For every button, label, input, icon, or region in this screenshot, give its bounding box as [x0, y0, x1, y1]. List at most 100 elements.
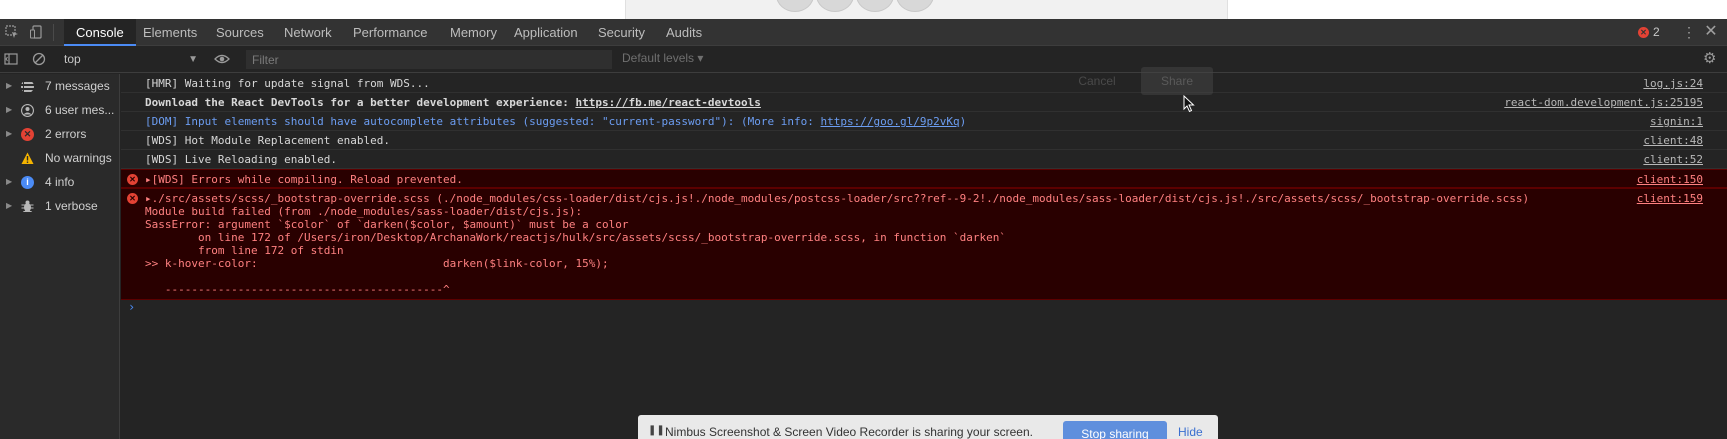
- page-modal: [625, 0, 1228, 19]
- message-text: [WDS] Live Reloading enabled.: [145, 153, 338, 166]
- context-selector[interactable]: top ▼: [64, 50, 198, 69]
- console-message: [WDS] Live Reloading enabled. client:52: [121, 150, 1727, 169]
- sidebar-item-info[interactable]: ▶ i 4 info: [0, 170, 120, 194]
- avatar: [816, 0, 854, 12]
- tab-sources[interactable]: Sources: [204, 19, 276, 46]
- console-sidebar: ▶ 7 messages ▶ 6 user mes... ▶ ✕ 2 error…: [0, 74, 120, 439]
- console-message: [HMR] Waiting for update signal from WDS…: [121, 74, 1727, 93]
- more-options-icon[interactable]: ⋮: [1682, 24, 1696, 40]
- error-line: SassError: argument `$color` of `darken(…: [145, 218, 629, 231]
- source-link[interactable]: client:150: [1637, 173, 1703, 186]
- message-link[interactable]: https://fb.me/react-devtools: [575, 96, 760, 109]
- message-text: [DOM] Input elements should have autocom…: [145, 115, 821, 128]
- close-icon[interactable]: ✕: [1703, 23, 1719, 41]
- sidebar-item-label: 7 messages: [45, 79, 110, 93]
- console-message: Download the React DevTools for a better…: [121, 93, 1727, 112]
- page-cancel-button: Cancel: [1078, 74, 1116, 88]
- source-link[interactable]: client:48: [1643, 131, 1703, 150]
- error-icon: ✕: [127, 174, 138, 185]
- devtools-window: { "tabs": [ {"label": "Console"}, {"labe…: [0, 0, 1727, 439]
- error-line: from line 172 of stdin: [145, 244, 344, 257]
- error-line: ▸./src/assets/scss/_bootstrap-override.s…: [145, 192, 1530, 205]
- source-link[interactable]: signin:1: [1650, 112, 1703, 131]
- live-expression-eye-icon[interactable]: [214, 52, 230, 66]
- tab-audits[interactable]: Audits: [654, 19, 714, 46]
- error-icon: ✕: [127, 193, 138, 204]
- expand-triangle-icon: ▶: [6, 81, 13, 90]
- page-share-button: Share: [1141, 67, 1213, 95]
- device-toolbar-icon[interactable]: [30, 25, 44, 39]
- message-text: Download the React DevTools for a better…: [145, 96, 576, 109]
- hide-link[interactable]: Hide: [1178, 425, 1203, 439]
- error-line: Module build failed (from ./node_modules…: [145, 205, 583, 218]
- sidebar-item-warnings[interactable]: No warnings: [0, 146, 120, 170]
- mouse-cursor-icon: [1183, 95, 1195, 113]
- error-line: on line 172 of /Users/iron/Desktop/Archa…: [145, 231, 1006, 244]
- avatar: [776, 0, 814, 12]
- share-notice-text: Nimbus Screenshot & Screen Video Recorde…: [665, 425, 1033, 439]
- error-line: ----------------------------------------…: [145, 283, 450, 296]
- sidebar-toggle-icon[interactable]: [4, 52, 18, 66]
- info-icon: i: [21, 176, 34, 189]
- error-icon: ✕: [21, 128, 34, 141]
- console-message: [WDS] Hot Module Replacement enabled. cl…: [121, 131, 1727, 150]
- screen-share-bar: ❚❚ Nimbus Screenshot & Screen Video Reco…: [638, 415, 1218, 439]
- error-text: ▸[WDS] Errors while compiling. Reload pr…: [145, 173, 463, 186]
- clear-console-icon[interactable]: [32, 52, 46, 66]
- chevron-down-icon: ▼: [188, 54, 198, 65]
- pause-icon: ❚❚: [648, 425, 665, 436]
- page-background: [0, 0, 1727, 19]
- avatar: [896, 0, 934, 12]
- console-message: [DOM] Input elements should have autocom…: [121, 112, 1727, 131]
- console-prompt[interactable]: ›: [128, 300, 135, 314]
- tab-application[interactable]: Application: [502, 19, 590, 46]
- console-error-message[interactable]: ✕ ▸[WDS] Errors while compiling. Reload …: [121, 169, 1727, 188]
- devtools-tabbar: Console Elements Sources Network Perform…: [0, 19, 1727, 46]
- message-text: [WDS] Hot Module Replacement enabled.: [145, 134, 391, 147]
- sidebar-item-label: 1 verbose: [45, 199, 98, 213]
- tab-performance[interactable]: Performance: [341, 19, 439, 46]
- sidebar-item-messages[interactable]: ▶ 7 messages: [0, 74, 120, 98]
- sidebar-item-verbose[interactable]: ▶ 1 verbose: [0, 194, 120, 218]
- error-line: >> k-hover-color: darken($link-color, 15…: [145, 257, 609, 270]
- list-icon: [21, 82, 34, 92]
- sidebar-item-label: 4 info: [45, 175, 75, 189]
- tab-network[interactable]: Network: [272, 19, 344, 46]
- error-count-badge[interactable]: ✕ 2: [1638, 24, 1660, 40]
- tab-console[interactable]: Console: [64, 19, 136, 46]
- avatar: [856, 0, 894, 12]
- sidebar-item-label: No warnings: [45, 151, 112, 165]
- console-error-message[interactable]: ✕ ▸./src/assets/scss/_bootstrap-override…: [121, 188, 1727, 300]
- sidebar-item-errors[interactable]: ▶ ✕ 2 errors: [0, 122, 120, 146]
- console-messages: [HMR] Waiting for update signal from WDS…: [121, 74, 1727, 439]
- expand-triangle-icon: ▶: [6, 129, 13, 138]
- error-icon: ✕: [1638, 26, 1649, 38]
- context-value: top: [64, 52, 81, 66]
- expand-triangle-icon: ▶: [6, 105, 13, 114]
- gear-icon[interactable]: ⚙: [1703, 51, 1719, 67]
- log-levels-dropdown[interactable]: Default levels ▾: [622, 51, 703, 65]
- expand-triangle-icon: ▶: [6, 201, 13, 210]
- expand-triangle-icon: ▶: [6, 177, 13, 186]
- tab-security[interactable]: Security: [586, 19, 657, 46]
- sidebar-item-label: 6 user mes...: [45, 103, 115, 117]
- console-filter-bar: top ▼ Default levels ▾ ⚙: [0, 46, 1727, 73]
- message-text: [HMR] Waiting for update signal from WDS…: [145, 77, 430, 90]
- sidebar-item-label: 2 errors: [45, 127, 87, 141]
- toolbar-divider: [53, 24, 54, 41]
- filter-input[interactable]: [246, 50, 612, 69]
- source-link[interactable]: react-dom.development.js:25195: [1504, 93, 1703, 112]
- tab-elements[interactable]: Elements: [131, 19, 209, 46]
- source-link[interactable]: client:159: [1637, 192, 1703, 205]
- message-text: ): [959, 115, 967, 128]
- source-link[interactable]: client:52: [1643, 150, 1703, 169]
- inspect-element-icon[interactable]: [5, 25, 19, 39]
- message-link[interactable]: https://goo.gl/9p2vKq: [821, 115, 960, 128]
- source-link[interactable]: log.js:24: [1643, 74, 1703, 93]
- tab-memory[interactable]: Memory: [438, 19, 509, 46]
- sidebar-item-user-messages[interactable]: ▶ 6 user mes...: [0, 98, 120, 122]
- user-icon: [21, 104, 34, 117]
- warning-icon: [21, 152, 34, 164]
- bug-icon: [21, 200, 34, 212]
- stop-sharing-button[interactable]: Stop sharing: [1063, 421, 1167, 439]
